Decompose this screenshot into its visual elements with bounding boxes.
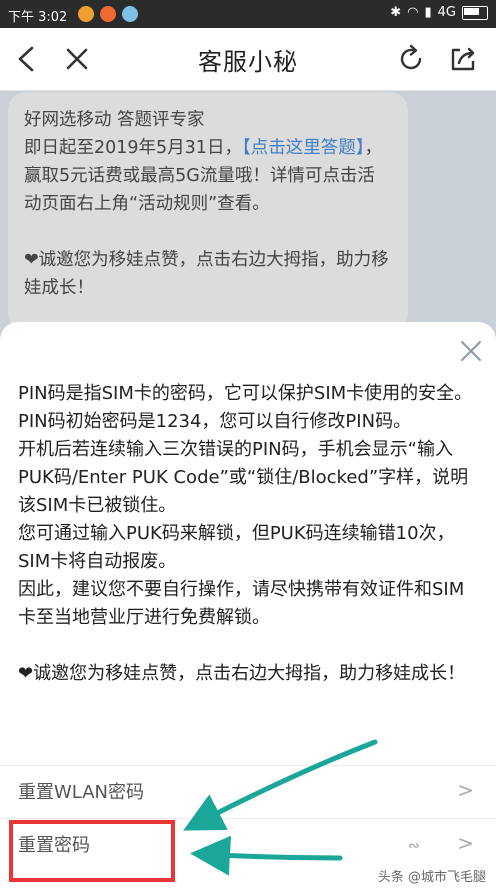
network-type: 4G — [437, 5, 456, 20]
gallery-app-icon — [122, 6, 138, 22]
app-header: 客服小秘 — [0, 28, 496, 91]
share-icon[interactable] — [446, 42, 480, 76]
browser-app-icon — [78, 6, 94, 22]
status-bar: 下午 3:02 ✱ ◠ ▮ 4G — [0, 0, 496, 28]
paragraph-pin-default: PIN码初始密码是1234，您可以自行修改PIN码。 — [18, 411, 412, 432]
refresh-icon[interactable] — [394, 42, 428, 76]
watermark: 头条 @城市飞毛腿 — [377, 870, 486, 885]
signal-icon: ▮ — [424, 5, 432, 20]
paragraph-advice: 因此，建议您不要自行操作，请尽快携带有效证件和SIM卡至当地营业厅进行免费解锁。 — [18, 579, 465, 628]
bubble-date-text: 即日起至2019年5月31日， — [24, 138, 242, 158]
paragraph-puk-unlock: 您可通过输入PUK码来解锁，但PUK码连续输错10次，SIM卡将自动报废。 — [18, 523, 455, 572]
menu-item-reset-wlan[interactable]: 重置WLAN密码 > — [0, 765, 496, 816]
battery-icon — [462, 5, 488, 20]
paragraph-pin-definition: PIN码是指SIM卡的密码，它可以保护SIM卡使用的安全。 — [18, 383, 473, 404]
answer-quiz-link[interactable]: 【点击这里答题】 — [242, 138, 365, 158]
bubble-headline: 好网选移动 答题评专家 — [24, 110, 205, 130]
notification-icons — [78, 6, 138, 22]
sheet-content: PIN码是指SIM卡的密码，它可以保护SIM卡使用的安全。 PIN码初始密码是1… — [18, 380, 480, 688]
paragraph-pin-lock: 开机后若连续输入三次错误的PIN码，手机会显示“输入PUK码/Enter PUK… — [18, 439, 469, 516]
status-time: 下午 3:02 — [8, 10, 68, 25]
menu-item-label: 重置WLAN密码 — [18, 782, 145, 803]
sheet-close-icon[interactable] — [456, 336, 486, 366]
bluetooth-icon: ✱ — [390, 5, 402, 20]
chevron-right-icon: > — [457, 778, 474, 802]
chat-bubble: 好网选移动 答题评专家 即日起至2019年5月31日，【点击这里答题】，赢取5元… — [8, 92, 408, 332]
sheet-invite-text: ❤诚邀您为移娃点赞，点击右边大拇指，助力移娃成长！ — [18, 663, 466, 684]
status-right: ✱ ◠ ▮ 4G — [390, 5, 488, 20]
highlight-box — [9, 820, 175, 882]
bubble-invite-text: ❤诚邀您为移娃点赞，点击右边大拇指，助力移娃成长！ — [24, 250, 389, 298]
shop-app-icon — [100, 6, 116, 22]
wifi-icon: ◠ — [407, 5, 419, 20]
chevron-right-icon: > — [457, 831, 474, 855]
loading-dots-icon: ∾ — [408, 838, 420, 854]
bubble-body: 即日起至2019年5月31日，【点击这里答题】，赢取5元话费或最高5G流量哦！详… — [24, 134, 392, 218]
